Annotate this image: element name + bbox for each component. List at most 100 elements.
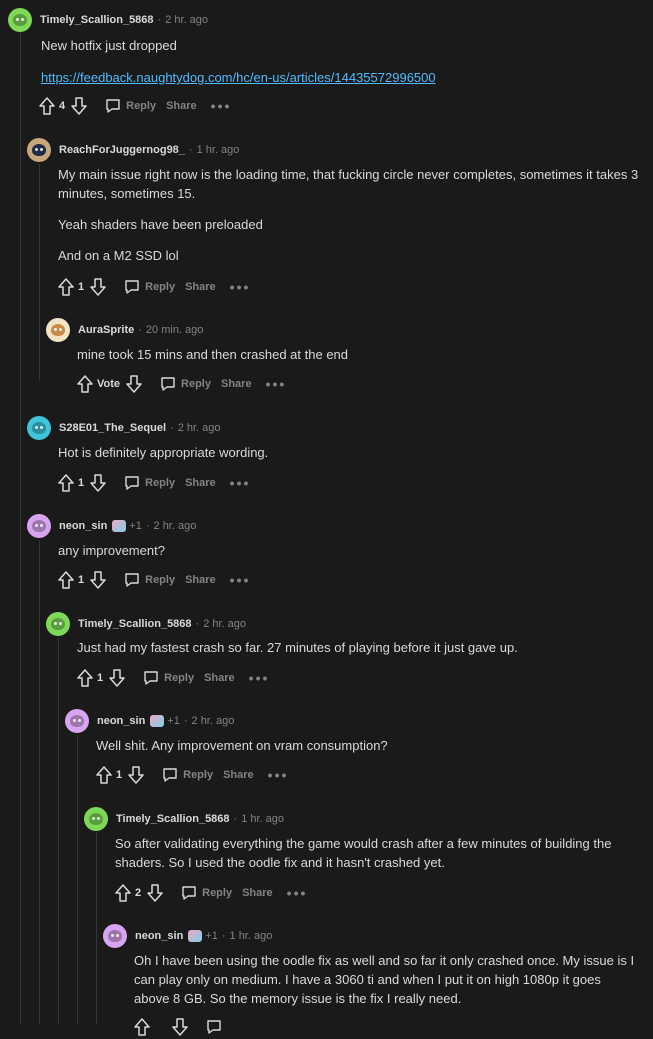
username[interactable]: neon_sin xyxy=(135,930,183,942)
avatar[interactable] xyxy=(27,416,51,440)
separator-dot: · xyxy=(195,618,200,630)
thread-line[interactable] xyxy=(96,832,97,1024)
thread-line[interactable] xyxy=(58,638,59,1024)
downvote-icon[interactable] xyxy=(128,766,144,784)
comment-paragraph: New hotfix just dropped xyxy=(41,38,177,53)
downvote-icon[interactable] xyxy=(90,474,106,492)
more-options-icon[interactable]: ••• xyxy=(211,98,232,114)
avatar[interactable] xyxy=(46,612,70,636)
share-button[interactable]: Share xyxy=(185,477,216,489)
avatar[interactable] xyxy=(65,709,89,733)
username[interactable]: AuraSprite xyxy=(78,324,134,336)
avatar[interactable] xyxy=(103,924,127,948)
avatar[interactable] xyxy=(8,8,32,32)
upvote-icon[interactable] xyxy=(96,766,112,784)
share-button[interactable]: Share xyxy=(223,769,254,781)
upvote-icon[interactable] xyxy=(77,375,93,393)
downvote-icon[interactable] xyxy=(90,571,106,589)
username[interactable]: neon_sin xyxy=(97,715,145,727)
downvote-icon[interactable] xyxy=(147,884,163,902)
thread-line[interactable] xyxy=(39,540,40,1024)
separator-dot: · xyxy=(157,14,162,26)
share-label: Share xyxy=(185,574,216,586)
avatar[interactable] xyxy=(84,807,108,831)
more-options-icon[interactable]: ••• xyxy=(230,572,251,588)
timestamp[interactable]: 2 hr. ago xyxy=(178,422,221,434)
reply-button[interactable]: Reply xyxy=(160,376,211,392)
avatar[interactable] xyxy=(46,318,70,342)
reply-label: Reply xyxy=(181,378,211,390)
upvote-icon[interactable] xyxy=(58,571,74,589)
comment-body: Hot is definitely appropriate wording. xyxy=(58,443,639,474)
more-options-icon[interactable]: ••• xyxy=(230,279,251,295)
reply-button[interactable]: Reply xyxy=(143,670,194,686)
vote-score: 1 xyxy=(78,281,85,293)
flair-count: +1 xyxy=(129,520,142,532)
upvote-icon[interactable] xyxy=(134,1018,150,1036)
timestamp[interactable]: 1 hr. ago xyxy=(197,144,240,156)
more-options-icon[interactable]: ••• xyxy=(230,475,251,491)
username[interactable]: Timely_Scallion_5868 xyxy=(40,14,154,26)
flair-count: +1 xyxy=(205,930,218,942)
share-button[interactable]: Share xyxy=(221,378,252,390)
comment-header: Timely_Scallion_5868 · 1 hr. ago xyxy=(84,807,284,831)
more-options-icon[interactable]: ••• xyxy=(266,376,287,392)
username[interactable]: Timely_Scallion_5868 xyxy=(78,618,192,630)
reply-icon xyxy=(163,768,177,782)
downvote-icon[interactable] xyxy=(172,1018,188,1036)
timestamp[interactable]: 2 hr. ago xyxy=(203,618,246,630)
avatar[interactable] xyxy=(27,138,51,162)
comment-paragraph: any improvement? xyxy=(58,543,165,558)
reply-button[interactable] xyxy=(206,1019,227,1035)
username[interactable]: S28E01_The_Sequel xyxy=(59,422,166,434)
user-flair-icon xyxy=(150,715,165,727)
comment-body: Oh I have been using the oodle fix as we… xyxy=(134,951,639,1020)
timestamp[interactable]: 2 hr. ago xyxy=(165,14,208,26)
reply-button[interactable]: Reply xyxy=(105,98,156,114)
timestamp[interactable]: 1 hr. ago xyxy=(230,930,273,942)
more-options-icon[interactable]: ••• xyxy=(249,670,270,686)
timestamp[interactable]: 2 hr. ago xyxy=(192,715,235,727)
thread-line[interactable] xyxy=(20,32,21,1024)
vote-score: 4 xyxy=(59,100,66,112)
upvote-icon[interactable] xyxy=(58,278,74,296)
reply-icon xyxy=(207,1020,221,1034)
reply-button[interactable]: Reply xyxy=(162,767,213,783)
timestamp[interactable]: 1 hr. ago xyxy=(241,813,284,825)
share-button[interactable]: Share xyxy=(185,281,216,293)
downvote-icon[interactable] xyxy=(126,375,142,393)
timestamp[interactable]: 20 min. ago xyxy=(146,324,203,336)
thread-line[interactable] xyxy=(77,735,78,1024)
more-options-icon[interactable]: ••• xyxy=(268,767,289,783)
comment-actions: 1 Reply Share ••• xyxy=(58,569,250,591)
vote-score: 2 xyxy=(135,887,142,899)
comment-header: Timely_Scallion_5868 · 2 hr. ago xyxy=(46,612,246,636)
timestamp[interactable]: 2 hr. ago xyxy=(154,520,197,532)
more-options-icon[interactable]: ••• xyxy=(287,885,308,901)
reply-label: Reply xyxy=(145,574,176,586)
username[interactable]: ReachForJuggernog98_ xyxy=(59,144,185,156)
upvote-icon[interactable] xyxy=(58,474,74,492)
reply-button[interactable]: Reply xyxy=(124,279,175,295)
upvote-icon[interactable] xyxy=(115,884,131,902)
downvote-icon[interactable] xyxy=(109,669,125,687)
reply-button[interactable]: Reply xyxy=(124,572,175,588)
share-button[interactable]: Share xyxy=(166,100,197,112)
upvote-icon[interactable] xyxy=(77,669,93,687)
vote-score: Vote xyxy=(97,378,121,390)
upvote-icon[interactable] xyxy=(39,97,55,115)
avatar[interactable] xyxy=(27,514,51,538)
downvote-icon[interactable] xyxy=(71,97,87,115)
comment-paragraph: Hot is definitely appropriate wording. xyxy=(58,445,269,460)
downvote-icon[interactable] xyxy=(90,278,106,296)
comment-link[interactable]: https://feedback.naughtydog.com/hc/en-us… xyxy=(41,70,436,85)
share-button[interactable]: Share xyxy=(204,672,235,684)
thread-line[interactable] xyxy=(39,164,40,380)
reply-button[interactable]: Reply xyxy=(124,475,175,491)
username[interactable]: neon_sin xyxy=(59,520,107,532)
share-button[interactable]: Share xyxy=(242,887,273,899)
share-button[interactable]: Share xyxy=(185,574,216,586)
comment-actions: 1 Reply Share ••• xyxy=(58,276,250,298)
username[interactable]: Timely_Scallion_5868 xyxy=(116,813,230,825)
reply-button[interactable]: Reply xyxy=(181,885,232,901)
